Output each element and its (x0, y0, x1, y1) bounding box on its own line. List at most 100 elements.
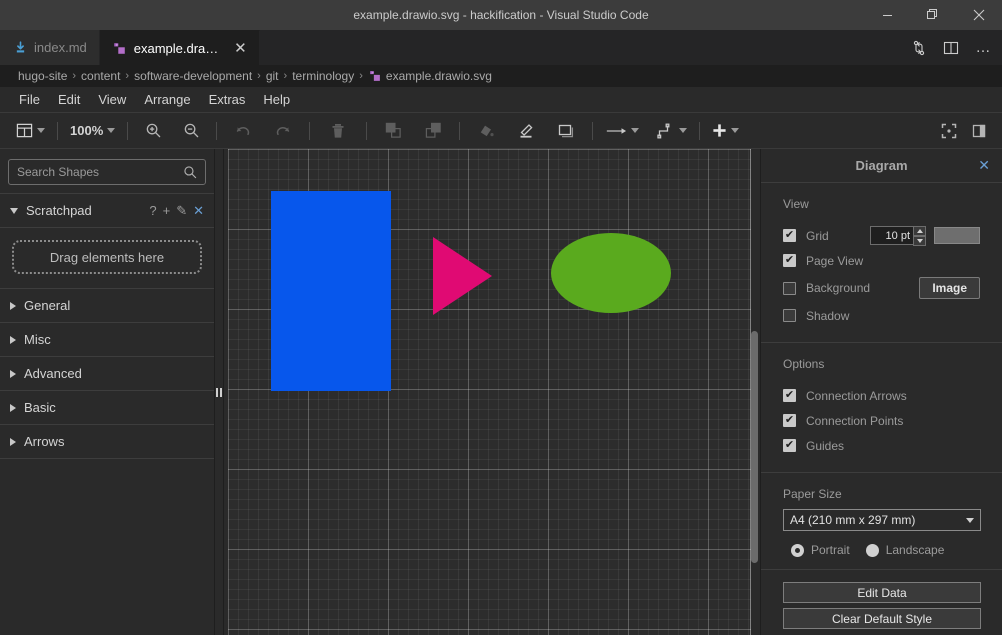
minimize-icon[interactable] (864, 0, 910, 30)
chevron-down-icon (10, 207, 18, 214)
menu-file[interactable]: File (10, 89, 49, 110)
tab-close-icon[interactable]: ✕ (234, 41, 247, 56)
page-view-label: Page View (806, 253, 864, 268)
edit-data-button[interactable]: Edit Data (783, 582, 981, 603)
landscape-radio[interactable] (865, 543, 879, 557)
view-layout-button[interactable] (10, 118, 51, 144)
zoom-in-button[interactable] (140, 118, 166, 144)
options-block: Options ✔ Connection Arrows ✔ Connection… (761, 343, 1002, 473)
close-icon[interactable] (956, 0, 1002, 30)
format-panel-header: Diagram ✕ (761, 149, 1002, 183)
breadcrumb-separator: › (257, 70, 261, 82)
insert-button[interactable] (706, 118, 745, 144)
breadcrumb-item-example-drawio-svg[interactable]: example.drawio.svg (386, 69, 492, 83)
sidebar-section-advanced[interactable]: Advanced (0, 357, 214, 391)
orientation-group: Portrait Landscape (783, 543, 980, 557)
drawio-toolbar: 100% (0, 113, 1002, 149)
background-checkbox[interactable] (783, 281, 796, 295)
paper-size-select[interactable]: A4 (210 mm x 297 mm) (783, 509, 981, 531)
zoom-level-button[interactable]: 100% (64, 118, 121, 144)
shadow-button[interactable] (553, 118, 579, 144)
more-actions-icon[interactable]: … (968, 33, 998, 63)
shadow-checkbox[interactable] (783, 309, 796, 322)
fullscreen-icon[interactable] (936, 118, 962, 144)
menu-edit[interactable]: Edit (49, 89, 89, 110)
toolbar-divider (459, 121, 461, 140)
split-diff-icon[interactable] (904, 33, 934, 63)
line-color-button[interactable] (513, 118, 539, 144)
sidebar-splitter[interactable] (215, 149, 224, 635)
sidebar-section-scratchpad[interactable]: Scratchpad ? + ✎ ✕ (0, 194, 214, 228)
scratchpad-help-icon[interactable]: ? (149, 203, 156, 218)
search-input[interactable] (17, 165, 183, 179)
toolbar-divider (57, 121, 58, 140)
menu-view[interactable]: View (89, 89, 135, 110)
sidebar-section-arrows[interactable]: Arrows (0, 425, 214, 459)
chevron-right-icon (10, 335, 16, 344)
waypoints-button[interactable] (599, 118, 645, 144)
scratchpad-drop-zone[interactable]: Drag elements here (12, 240, 202, 274)
restore-icon[interactable] (910, 0, 956, 30)
connection-arrows-row: ✔ Connection Arrows (783, 383, 980, 408)
breadcrumb-item-hugo-site[interactable]: hugo-site (18, 69, 67, 83)
diagram-canvas[interactable] (225, 149, 760, 635)
scratchpad-close-icon[interactable]: ✕ (193, 203, 204, 219)
background-image-button[interactable]: Image (919, 277, 980, 299)
diagram-actions-block: Edit Data Clear Default Style (761, 570, 1002, 635)
format-panel-icon[interactable] (966, 118, 992, 144)
sidebar-section-general[interactable]: General (0, 289, 214, 323)
search-icon[interactable] (183, 165, 197, 179)
orientation-landscape[interactable]: Landscape (865, 543, 944, 557)
redo-button[interactable] (270, 118, 296, 144)
format-panel-close-icon[interactable]: ✕ (978, 157, 990, 174)
search-shapes-box[interactable] (8, 159, 206, 185)
guides-checkbox[interactable]: ✔ (783, 439, 796, 452)
delete-button[interactable] (325, 118, 351, 144)
canvas-vertical-scrollbar[interactable] (751, 331, 758, 563)
menu-arrange[interactable]: Arrange (135, 89, 199, 110)
grid-checkbox[interactable]: ✔ (783, 229, 796, 242)
connection-arrows-label: Connection Arrows (806, 388, 907, 403)
to-back-button[interactable] (420, 118, 446, 144)
portrait-radio[interactable] (791, 543, 804, 557)
blue-rectangle[interactable] (271, 191, 391, 391)
breadcrumb-item-content[interactable]: content (81, 69, 120, 83)
breadcrumb-item-terminology[interactable]: terminology (292, 69, 354, 83)
tab-index-md[interactable]: index.md (0, 30, 100, 65)
split-editor-icon[interactable] (936, 33, 966, 63)
scratchpad-edit-icon[interactable]: ✎ (176, 203, 187, 219)
page-view-checkbox[interactable]: ✔ (783, 254, 796, 267)
to-front-button[interactable] (380, 118, 406, 144)
breadcrumb-item-git[interactable]: git (266, 69, 279, 83)
shadow-row: Shadow (783, 303, 980, 328)
pink-triangle[interactable] (433, 237, 492, 315)
clear-default-style-button[interactable]: Clear Default Style (783, 608, 981, 629)
connection-button[interactable] (651, 118, 693, 144)
scratchpad-add-icon[interactable]: + (163, 203, 171, 218)
view-block: View ✔ Grid 10 pt ✔ Page View Background… (761, 183, 1002, 343)
green-ellipse[interactable] (551, 233, 671, 313)
breadcrumb-separator: › (359, 70, 363, 82)
chevron-down-icon (37, 128, 45, 133)
grid-size-increment[interactable] (913, 225, 926, 236)
grid-size-input[interactable]: 10 pt (870, 226, 914, 245)
breadcrumb-item-software-development[interactable]: software-development (134, 69, 252, 83)
menu-help[interactable]: Help (254, 89, 299, 110)
menu-extras[interactable]: Extras (200, 89, 255, 110)
zoom-out-button[interactable] (178, 118, 204, 144)
fill-color-button[interactable] (473, 118, 499, 144)
tab-example-drawio-svg[interactable]: example.drawio.svg ✕ (99, 30, 260, 65)
connection-points-checkbox[interactable]: ✔ (783, 414, 796, 427)
markdown-icon (12, 40, 28, 56)
undo-button[interactable] (230, 118, 256, 144)
sidebar-section-misc[interactable]: Misc (0, 323, 214, 357)
orientation-portrait[interactable]: Portrait (791, 543, 850, 557)
toolbar-divider (366, 121, 368, 140)
grid-color-swatch[interactable] (934, 227, 980, 244)
grid-size-stepper[interactable] (913, 225, 926, 246)
connection-arrows-checkbox[interactable]: ✔ (783, 389, 796, 402)
grid-size-decrement[interactable] (913, 235, 926, 246)
diagram-page[interactable] (228, 149, 751, 635)
sidebar-section-basic[interactable]: Basic (0, 391, 214, 425)
grid-row: ✔ Grid 10 pt (783, 223, 980, 248)
